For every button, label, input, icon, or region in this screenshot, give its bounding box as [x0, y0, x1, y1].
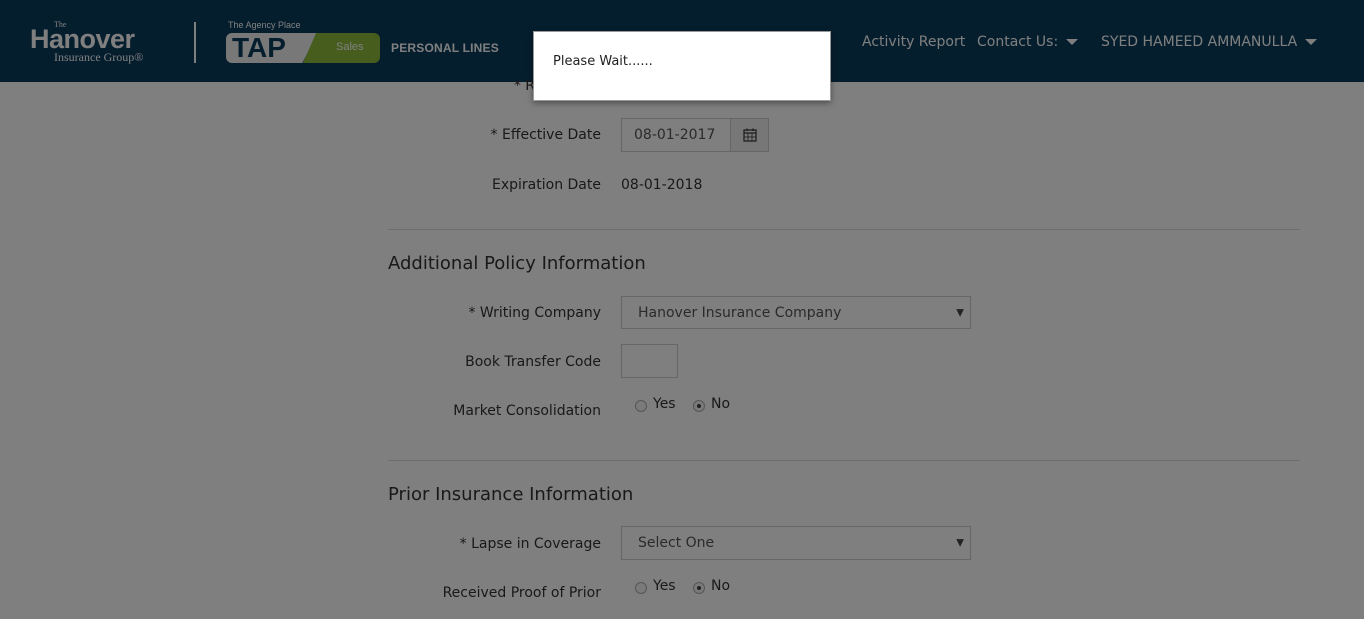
please-wait-message: Please Wait......	[553, 54, 653, 69]
please-wait-dialog: Please Wait......	[533, 31, 831, 101]
